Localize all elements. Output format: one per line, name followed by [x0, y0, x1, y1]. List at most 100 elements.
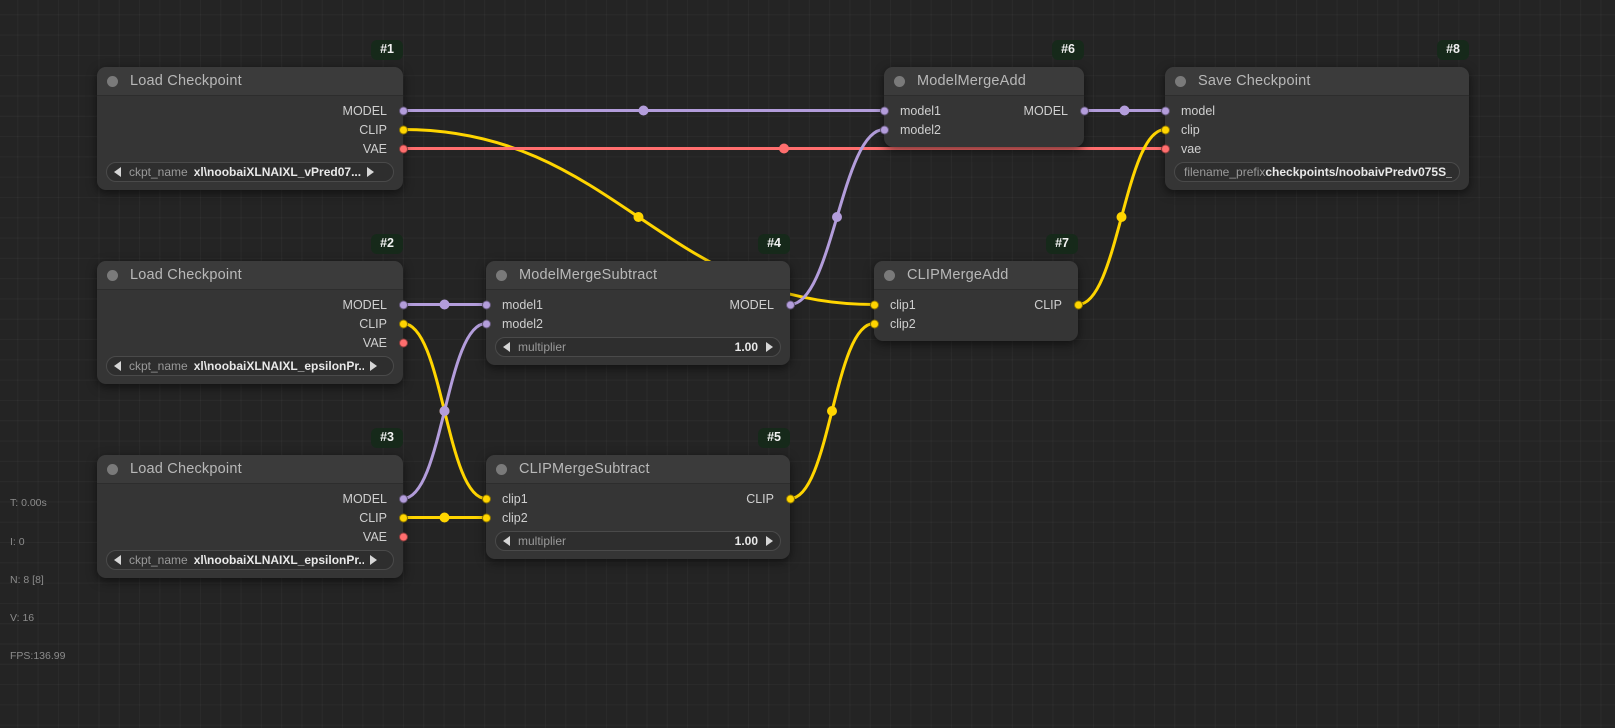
node-header[interactable]: CLIPMergeSubtract — [486, 455, 790, 484]
input-label: clip — [1181, 122, 1200, 137]
widget-ckpt_name[interactable]: ckpt_name xl\noobaiXLNAIXL_vPred07... — [106, 162, 394, 182]
chevron-right-icon[interactable] — [369, 361, 377, 371]
node-header[interactable]: CLIPMergeAdd — [874, 261, 1078, 290]
widget-value[interactable]: xl\noobaiXLNAIXL_epsilonPr... — [194, 359, 364, 373]
chevron-left-icon[interactable] — [114, 555, 121, 565]
link-clip[interactable] — [401, 322, 488, 500]
input-port-model[interactable] — [1160, 106, 1170, 115]
input-port-vae[interactable] — [1160, 144, 1170, 153]
widget-value[interactable]: 1.00 — [735, 534, 758, 548]
link-midpoint-dot[interactable] — [633, 212, 644, 222]
link-midpoint-dot[interactable] — [439, 406, 450, 416]
widget-value[interactable]: xl\noobaiXLNAIXL_vPred07... — [194, 165, 361, 179]
output-port-CLIP[interactable] — [398, 319, 408, 328]
node-header[interactable]: Load Checkpoint — [97, 455, 403, 484]
node-header[interactable]: Load Checkpoint — [97, 67, 403, 96]
output-port-CLIP[interactable] — [785, 494, 795, 503]
widget-ckpt_name[interactable]: ckpt_name xl\noobaiXLNAIXL_epsilonPr... — [106, 356, 394, 376]
node-load-checkpoint[interactable]: #3 Load Checkpoint MODEL CLIP VAE ckpt_name xl… — [97, 428, 408, 578]
stat-time: T: 0.00s — [10, 497, 47, 510]
node-header[interactable]: Load Checkpoint — [97, 261, 403, 290]
link-clip[interactable] — [788, 322, 876, 500]
node-body: clip1 CLIP clip2 multiplier 1.00 — [481, 484, 795, 559]
chevron-left-icon[interactable] — [503, 536, 510, 546]
link-midpoint-dot[interactable] — [439, 299, 450, 310]
collapse-circle-icon[interactable] — [884, 269, 895, 281]
input-port-model1[interactable] — [879, 106, 889, 115]
link-midpoint-dot[interactable] — [779, 143, 789, 154]
node-badge: #1 — [371, 40, 403, 60]
chevron-right-icon[interactable] — [367, 167, 375, 177]
output-port-VAE[interactable] — [398, 144, 408, 153]
slot-row: model — [1160, 101, 1469, 120]
output-port-CLIP[interactable] — [398, 513, 408, 522]
link-model[interactable] — [401, 322, 488, 500]
link-midpoint-dot[interactable] — [439, 406, 450, 416]
input-port-clip2[interactable] — [481, 513, 491, 522]
link-midpoint-dot[interactable] — [638, 105, 649, 116]
collapse-circle-icon[interactable] — [107, 463, 118, 475]
chevron-left-icon[interactable] — [114, 361, 121, 371]
node-header[interactable]: ModelMergeSubtract — [486, 261, 790, 290]
output-port-MODEL[interactable] — [398, 106, 408, 115]
widget-filename_prefix[interactable]: filename_prefix checkpoints/noobaivPredv0… — [1174, 162, 1460, 182]
link-midpoint-dot[interactable] — [1119, 105, 1130, 116]
node-header[interactable]: ModelMergeAdd — [884, 67, 1084, 96]
chevron-left-icon[interactable] — [114, 167, 121, 177]
node-title: Save Checkpoint — [1198, 73, 1311, 89]
stat-nodes: N: 8 [8] — [10, 573, 44, 586]
collapse-circle-icon[interactable] — [496, 269, 507, 281]
node-load-checkpoint[interactable]: #2 Load Checkpoint MODEL CLIP VAE ckpt_name xl… — [97, 234, 408, 384]
collapse-circle-icon[interactable] — [1175, 75, 1186, 87]
chevron-right-icon[interactable] — [766, 536, 773, 546]
link-midpoint-dot[interactable] — [439, 512, 450, 523]
input-port-model1[interactable] — [481, 300, 491, 309]
input-port-clip2[interactable] — [869, 319, 879, 328]
collapse-circle-icon[interactable] — [107, 75, 118, 87]
node-save-checkpoint[interactable]: #8 Save Checkpoint model clip vae filename_pr… — [1160, 40, 1469, 190]
node-clipmergesubtract[interactable]: #5 CLIPMergeSubtract clip1 CLIP clip2 multipl… — [481, 428, 795, 559]
output-port-MODEL[interactable] — [398, 494, 408, 503]
stat-vertices: V: 16 — [10, 611, 35, 624]
link-clip[interactable] — [1076, 128, 1167, 306]
slot-row: CLIP — [97, 120, 408, 139]
collapse-circle-icon[interactable] — [107, 269, 118, 281]
widget-multiplier[interactable]: multiplier 1.00 — [495, 337, 781, 357]
chevron-right-icon[interactable] — [369, 555, 377, 565]
chevron-left-icon[interactable] — [503, 342, 510, 352]
canvas-stats: T: 0.00s I: 0 N: 8 [8] V: 16 FPS:136.99 — [10, 472, 65, 688]
widget-multiplier[interactable]: multiplier 1.00 — [495, 531, 781, 551]
output-port-MODEL[interactable] — [398, 300, 408, 309]
output-port-CLIP[interactable] — [398, 125, 408, 134]
input-port-model2[interactable] — [481, 319, 491, 328]
output-port-MODEL[interactable] — [1079, 106, 1089, 115]
input-port-clip1[interactable] — [481, 494, 491, 503]
collapse-circle-icon[interactable] — [894, 75, 905, 87]
widget-label: multiplier — [518, 534, 567, 548]
output-port-VAE[interactable] — [398, 338, 408, 347]
output-port-CLIP[interactable] — [1073, 300, 1083, 309]
link-midpoint-dot[interactable] — [1116, 212, 1127, 222]
input-port-clip1[interactable] — [869, 300, 879, 309]
node-modelmergeadd[interactable]: #6 ModelMergeAdd model1 MODEL model2 — [879, 40, 1089, 147]
input-port-model2[interactable] — [879, 125, 889, 134]
node-clipmergeadd[interactable]: #7 CLIPMergeAdd clip1 CLIP clip2 — [869, 234, 1083, 341]
node-header[interactable]: Save Checkpoint — [1165, 67, 1469, 96]
stat-iterations: I: 0 — [10, 535, 25, 548]
node-graph-canvas[interactable]: #1 Load Checkpoint MODEL CLIP VAE ckpt_name xl… — [0, 0, 1615, 728]
node-modelmergesubtract[interactable]: #4 ModelMergeSubtract model1 MODEL model2 mul… — [481, 234, 795, 365]
widget-value[interactable]: 1.00 — [735, 340, 758, 354]
chevron-right-icon[interactable] — [766, 342, 773, 352]
widget-value[interactable]: xl\noobaiXLNAIXL_epsilonPr... — [194, 553, 364, 567]
output-port-VAE[interactable] — [398, 532, 408, 541]
widget-ckpt_name[interactable]: ckpt_name xl\noobaiXLNAIXL_epsilonPr... — [106, 550, 394, 570]
input-port-clip[interactable] — [1160, 125, 1170, 134]
widget-value[interactable]: checkpoints/noobaivPredv075S_E — [1265, 165, 1452, 179]
collapse-circle-icon[interactable] — [496, 463, 507, 475]
link-midpoint-dot[interactable] — [832, 212, 842, 222]
link-midpoint-dot[interactable] — [827, 406, 837, 416]
node-load-checkpoint[interactable]: #1 Load Checkpoint MODEL CLIP VAE ckpt_name xl… — [97, 40, 408, 190]
slot-row: model1 MODEL — [481, 295, 795, 314]
link-model[interactable] — [788, 128, 886, 306]
output-port-MODEL[interactable] — [785, 300, 795, 309]
